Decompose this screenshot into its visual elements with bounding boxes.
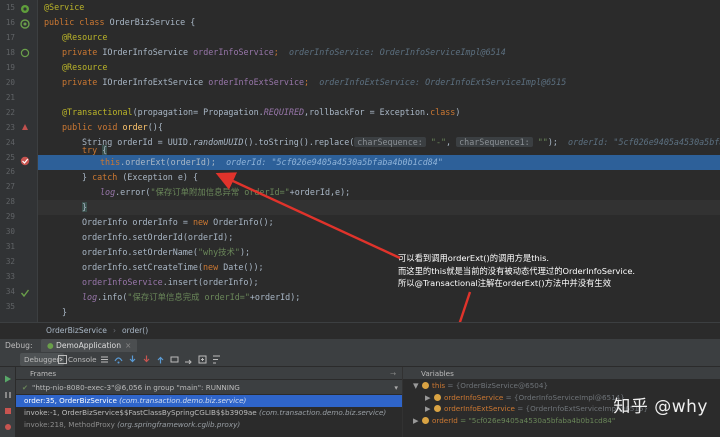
annotation-line: 而这里的this就是当前的没有被动态代理过的OrderInfoService. [398,265,636,276]
breadcrumb-class[interactable]: OrderBizService [46,326,107,335]
line-number: 30 [5,227,15,236]
annotation-line: 所以@Transactional注解在orderExt()方法中并没有生效 [398,278,612,288]
line-number: 17 [5,33,15,42]
variable-row[interactable]: ▼ this = {OrderBizService@6504} [403,380,720,392]
step-out-icon[interactable] [156,355,165,364]
code-line: orderInfo.setOrderId(orderId); [82,232,234,242]
chevron-right-icon[interactable]: ▶ [425,403,434,415]
override-icon[interactable] [20,122,30,132]
code-line: @Service [44,2,85,12]
debug-toolbar: Debugger Console [0,352,720,367]
arrow-right-icon[interactable]: → [390,367,396,380]
code-line: OrderInfo orderInfo = new OrderInfo(); [82,217,274,227]
thread-selector[interactable]: ✔ "http-nio-8080-exec-3"@6,056 in group "… [16,380,402,395]
chevron-down-icon[interactable]: ▼ [413,380,422,392]
breadcrumb-separator: › [112,326,116,335]
breadcrumb-method[interactable]: order() [122,326,148,335]
spring-bean-icon[interactable] [20,19,30,29]
step-over-icon[interactable] [114,355,123,364]
code-line: @Transactional(propagation= Propagation.… [62,107,461,117]
annotation-note: 可以看到调用orderExt()的调用方是this. 而这里的this就是当前的… [398,252,688,290]
checkmark-icon [20,289,30,298]
debug-session-tab[interactable]: ● DemoApplication × [40,339,138,353]
drop-frame-icon[interactable] [170,355,179,364]
line-number: 22 [5,108,15,117]
debug-label: Debug: [5,341,33,350]
bug-icon: ● [46,341,54,350]
code-line: log.info("保存订单信息完成 orderId="+orderId); [82,292,301,302]
pause-icon[interactable] [4,391,12,399]
line-number: 34 [5,287,15,296]
line-number: 28 [5,197,15,206]
tab-console[interactable]: Console [64,353,101,366]
chevron-right-icon[interactable]: ▶ [413,415,422,427]
frame-item[interactable]: invoke:218, MethodProxy (org.springframe… [16,419,402,431]
code-line: public class OrderBizService { [44,17,196,27]
debug-title-bar: Debug: ● DemoApplication × [0,338,720,353]
code-line: public void order(){ [62,122,163,132]
code-line: @Resource [62,32,108,42]
line-number: 15 [5,3,15,12]
frames-header: Frames → [16,367,402,380]
inline-value-hint: orderInfoService: OrderInfoServiceImpl@6… [288,47,506,57]
trace-icon[interactable] [212,355,221,364]
line-number: 16 [5,18,15,27]
line-number: 23 [5,123,15,132]
line-number: 18 [5,48,15,57]
run-to-cursor-icon[interactable] [184,355,193,364]
inline-value-hint: orderId: "5cf026e9405a4530a5bfaba4b0b1cd… [226,157,443,167]
annotation-line: 可以看到调用orderExt()的调用方是this. [398,253,550,263]
line-number: 20 [5,78,15,87]
line-number: 21 [5,93,15,102]
code-line: @Resource [62,62,108,72]
variable-icon [422,416,429,424]
line-number: 26 [5,167,15,176]
editor-gutter[interactable]: 15 16 17 18 19 20 21 22 23 24 25 26 27 2… [0,0,38,322]
resume-icon[interactable] [4,375,12,383]
stop-icon[interactable] [4,407,12,415]
line-number: 31 [5,242,15,251]
line-number: 32 [5,257,15,266]
line-number: 35 [5,302,15,311]
line-number: 19 [5,63,15,72]
object-icon [422,382,429,389]
code-line: private IOrderInfoExtService orderInfoEx… [62,77,567,87]
breakpoint-icon[interactable] [20,156,30,166]
check-icon: ✔ [22,383,29,392]
close-icon[interactable]: × [125,341,131,350]
line-number: 33 [5,272,15,281]
line-number: 27 [5,182,15,191]
line-number: 25 [5,153,15,162]
variables-header: Variables [403,367,720,380]
chevron-right-icon[interactable]: ▶ [425,392,434,404]
bean-icon[interactable] [20,4,30,14]
autowire-icon[interactable] [20,48,30,58]
code-line: } [62,307,68,317]
field-icon [434,405,441,412]
step-into-icon[interactable] [128,355,137,364]
field-icon [434,393,441,401]
menu-icon[interactable] [100,355,109,364]
inline-value-hint: orderInfoExtService: OrderInfoExtService… [319,77,567,87]
evaluate-icon[interactable] [198,355,207,364]
chevron-down-icon[interactable]: ▾ [394,380,398,395]
watermark: 知乎 @why [613,397,708,417]
line-number: 24 [5,138,15,147]
view-breakpoints-icon[interactable] [4,423,12,431]
code-line: private IOrderInfoService orderInfoServi… [62,47,506,57]
debug-side-toolbar [0,367,16,437]
code-line: log.error("保存订单附加信息异常 orderId="+orderId,… [100,187,351,197]
breadcrumb[interactable]: OrderBizService › order() [0,322,720,338]
frames-panel: Frames → ✔ "http-nio-8080-exec-3"@6,056 in… [16,367,402,437]
frame-item[interactable]: invoke:-1, OrderBizService$$FastClassByS… [16,407,402,419]
code-line: } catch (Exception e) { [82,172,198,182]
current-execution-line[interactable]: this.orderExt(orderId); orderId: "5cf026… [38,155,720,170]
caret-line: } [38,200,720,215]
line-number: 29 [5,212,15,221]
force-step-into-icon[interactable] [142,355,151,364]
frame-item[interactable]: order:35, OrderBizService (com.transacti… [16,395,402,407]
